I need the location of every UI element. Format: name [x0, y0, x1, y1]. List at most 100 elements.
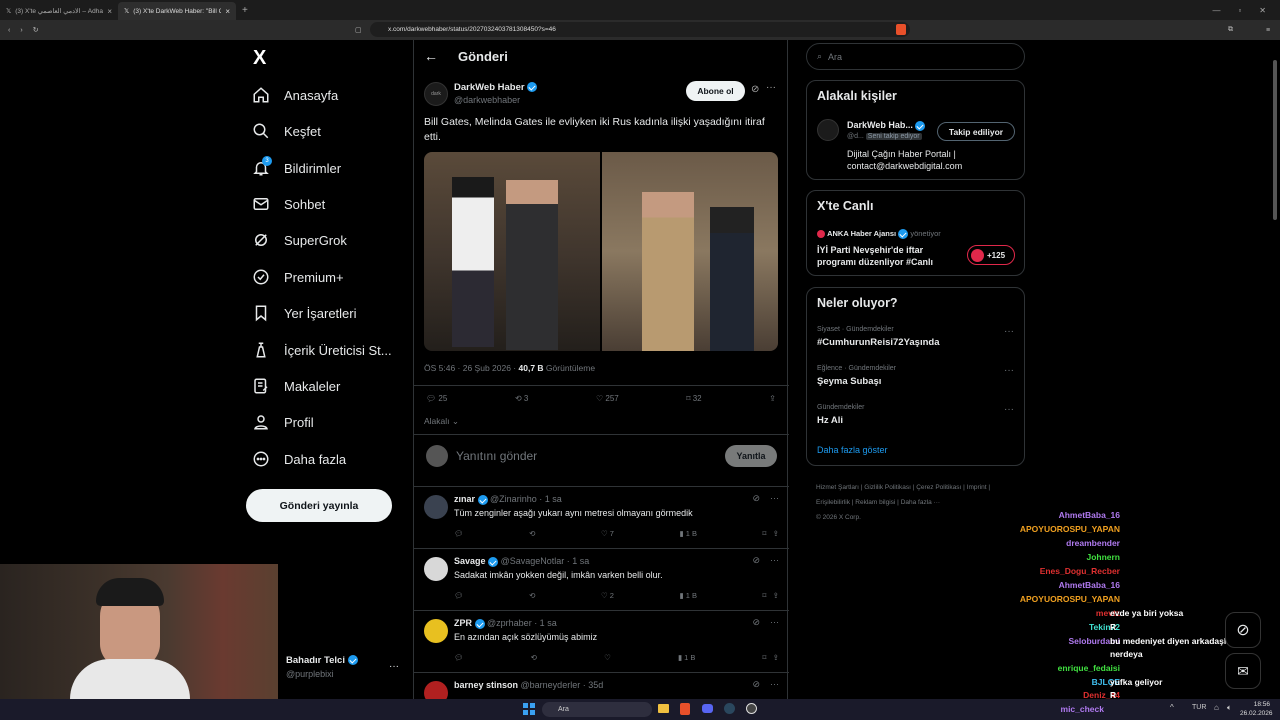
url-bar[interactable]: x.com/darkwebhaber/status/20270324037813… [370, 22, 910, 37]
sidebar-item-more[interactable]: Daha fazla [252, 444, 346, 474]
reply-avatar[interactable] [424, 495, 448, 519]
trend-more-icon[interactable]: ··· [1004, 326, 1014, 337]
volume-icon[interactable]: 🔈︎ [1227, 703, 1232, 713]
grok-floating-button[interactable]: ⊘ [1225, 612, 1261, 648]
back-arrow-icon[interactable]: ← [424, 48, 438, 64]
bookmark-icon[interactable]: ⌑ [763, 653, 767, 662]
start-icon[interactable] [523, 703, 535, 715]
browser-tab-2[interactable]: 𝕏(3) X'te DarkWeb Haber: "Bill Gat...× [118, 2, 236, 20]
more-options-icon[interactable]: ··· [770, 617, 779, 628]
menu-icon[interactable]: ≡ [1266, 27, 1270, 34]
sidebar-item-premium[interactable]: Premium+ [252, 262, 344, 292]
repost-icon[interactable]: ⟲ [529, 529, 535, 538]
more-options-icon[interactable]: ··· [770, 679, 779, 690]
share-icon[interactable]: ⇪ [773, 529, 779, 538]
back-icon[interactable]: ‹ [8, 27, 10, 34]
tweet-media[interactable] [424, 152, 778, 351]
reply-icon[interactable]: 💬︎ [454, 591, 464, 600]
bookmark-icon[interactable]: ⌑ [763, 591, 767, 600]
discord-icon[interactable] [702, 704, 713, 713]
grok-icon[interactable]: ⊘ [752, 493, 760, 504]
following-button[interactable]: Takip ediliyor [937, 122, 1015, 141]
brave-icon[interactable] [680, 703, 690, 715]
sidebar-item-home[interactable]: Anasayfa [252, 80, 338, 110]
page-scrollbar[interactable] [1273, 60, 1277, 220]
minimize-icon[interactable]: — [1212, 6, 1220, 15]
relevance-dropdown[interactable]: Alakalı ⌄ [424, 416, 459, 427]
network-icon[interactable]: ⌂ [1214, 703, 1219, 712]
reload-icon[interactable]: ↻ [33, 26, 39, 34]
repost-icon[interactable]: ⟲ [531, 653, 537, 662]
views-action[interactable]: ▮ 1 B [680, 529, 697, 538]
messages-floating-button[interactable]: ✉ [1225, 653, 1261, 689]
reply-avatar[interactable] [424, 557, 448, 581]
like-action[interactable]: ♡ 7 [601, 529, 614, 538]
forward-icon[interactable]: › [20, 27, 22, 34]
author-name[interactable]: DarkWeb Haber [454, 82, 538, 93]
like-action[interactable]: ♡ 2 [601, 591, 614, 600]
reply-avatar[interactable] [424, 619, 448, 643]
related-avatar[interactable] [817, 119, 839, 141]
reply-submit-button[interactable]: Yanıtla [725, 445, 777, 467]
reply-icon[interactable]: 💬︎ [454, 653, 464, 662]
sidebar-item-chat[interactable]: Sohbet [252, 189, 325, 219]
sidebar-item-explore[interactable]: Keşfet [252, 116, 321, 146]
share-icon[interactable]: ⇪ [773, 591, 779, 600]
sidebar-item-notifications[interactable]: 3 Bildirimler [252, 153, 341, 183]
like-action[interactable]: ♡ [604, 653, 611, 662]
show-more-link[interactable]: Daha fazla göster [817, 445, 888, 455]
new-tab-icon[interactable]: + [236, 5, 254, 16]
trend-more-icon[interactable]: ··· [1004, 404, 1014, 415]
grok-icon[interactable]: ⊘ [752, 617, 760, 628]
trend-item[interactable]: Siyaset · Gündemdekiler #CumhurunReisi72Y… [817, 326, 939, 348]
grok-icon[interactable]: ⊘ [752, 679, 760, 690]
x-logo[interactable]: X [253, 47, 266, 70]
bookmark-icon[interactable]: ⌑ [763, 529, 767, 538]
tweet-photo-2[interactable] [602, 152, 778, 351]
trend-more-icon[interactable]: ··· [1004, 365, 1014, 376]
sidebar-item-articles[interactable]: Makaleler [252, 371, 340, 401]
reply-action[interactable]: 💬︎ 25 [426, 394, 447, 403]
tweet-photo-1[interactable] [424, 152, 600, 351]
account-more-icon[interactable]: ··· [389, 661, 399, 672]
close-tab-icon[interactable]: × [107, 7, 112, 16]
live-listeners-button[interactable]: +125 [967, 245, 1015, 265]
author-avatar[interactable]: dark [424, 82, 448, 106]
reply-icon[interactable]: 💬︎ [454, 529, 464, 538]
share-icon[interactable]: ⇪ [773, 653, 779, 662]
taskbar-search[interactable]: Ara [542, 702, 652, 717]
bookmark-action[interactable]: ⌑ 32 [686, 394, 701, 403]
brave-shield-icon[interactable] [896, 24, 906, 35]
repost-action[interactable]: ⟲ 3 [515, 394, 528, 403]
sidebar-item-profile[interactable]: Profil [252, 407, 314, 437]
repost-icon[interactable]: ⟲ [529, 591, 535, 600]
more-options-icon[interactable]: ··· [770, 493, 779, 504]
bookmark-page-icon[interactable]: ▢ [355, 26, 362, 34]
share-icon[interactable]: ⇪ [769, 394, 776, 403]
browser-tab-1[interactable]: 𝕏(3) X'te الادمي العاصمي – Adham🔴🔴× [0, 2, 118, 20]
close-window-icon[interactable]: ✕ [1259, 6, 1266, 15]
clock[interactable]: 18:56 26.02.2026 [1240, 700, 1273, 718]
post-button[interactable]: Gönderi yayınla [246, 489, 392, 522]
more-options-icon[interactable]: ··· [766, 82, 776, 93]
steam-icon[interactable] [724, 703, 735, 714]
account-switcher[interactable]: Bahadır Telci @purplebixi [286, 655, 358, 679]
sidebar-item-creator-studio[interactable]: İçerik Üreticisi St... [252, 335, 392, 365]
tray-chevron-icon[interactable]: ^ [1170, 703, 1174, 712]
search-box[interactable]: ⌕ Ara [806, 43, 1025, 70]
grok-icon[interactable]: ⊘ [752, 555, 760, 566]
views-action[interactable]: ▮ 1 B [678, 653, 695, 662]
more-options-icon[interactable]: ··· [770, 555, 779, 566]
reply-input[interactable]: Yanıtını gönder [456, 449, 537, 463]
like-action[interactable]: ♡ 257 [596, 394, 619, 403]
obs-icon[interactable] [746, 703, 757, 714]
reply-item[interactable]: zınar @Zinarinho · 1 sa ⊘ ··· Tüm zenginl… [414, 486, 789, 548]
close-tab-icon[interactable]: × [225, 7, 230, 16]
extensions-icon[interactable]: ⧉ [1228, 26, 1233, 34]
subscribe-button[interactable]: Abone ol [686, 81, 745, 101]
sidebar-item-supergrok[interactable]: SuperGrok [252, 225, 347, 255]
reply-item[interactable]: ZPR @zprhaber · 1 sa ⊘ ··· En azından açı… [414, 610, 789, 672]
trend-item[interactable]: Gündemdekiler Hz Ali [817, 404, 864, 426]
sidebar-item-bookmarks[interactable]: Yer İşaretleri [252, 298, 357, 328]
views-action[interactable]: ▮ 1 B [680, 591, 697, 600]
